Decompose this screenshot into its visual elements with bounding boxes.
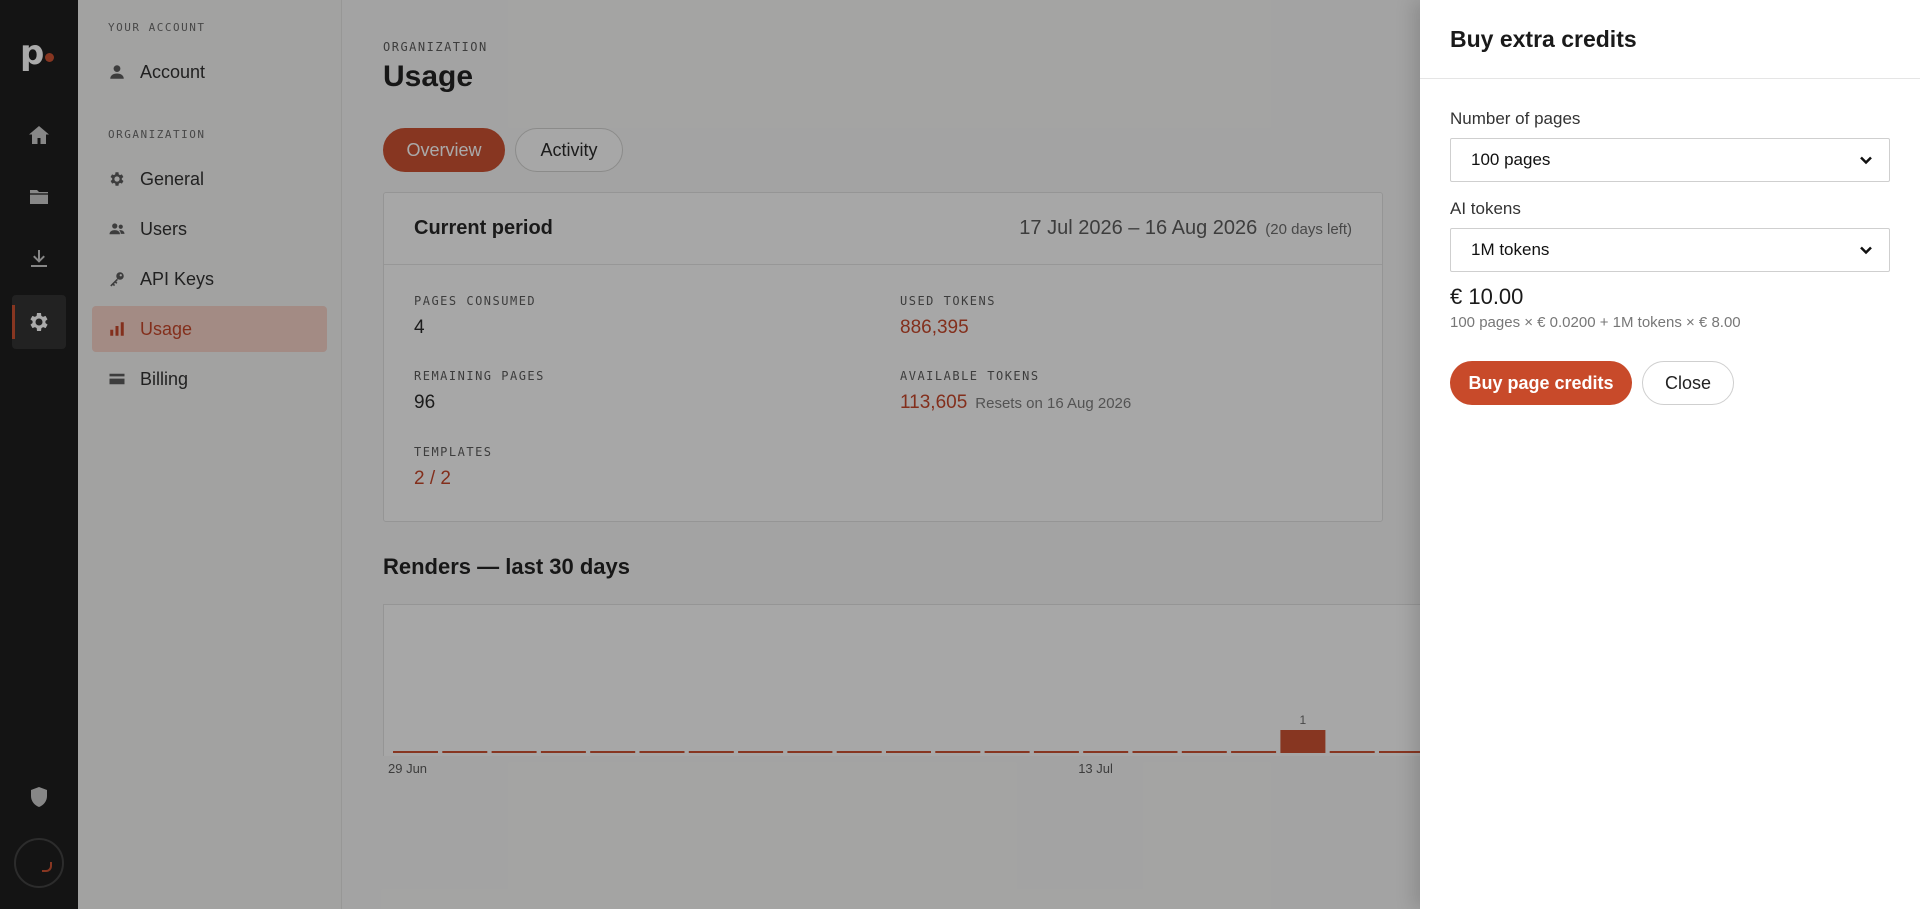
buy-credits-drawer: Buy extra credits Number of pages 100 pa… [1420,0,1920,909]
modal-backdrop[interactable] [0,0,1420,909]
close-button[interactable]: Close [1642,361,1734,405]
pages-field-label: Number of pages [1450,109,1581,128]
pages-select[interactable]: 100 pages [1450,138,1890,182]
chevron-down-icon [1860,156,1872,165]
price-breakdown: 100 pages × € 0.0200 + 1M tokens × € 8.0… [1450,314,1741,331]
tokens-select-value: 1M tokens [1471,240,1550,259]
pages-select-value: 100 pages [1471,150,1551,169]
total-price: € 10.00 [1450,284,1524,309]
drawer-title: Buy extra credits [1420,0,1920,79]
tokens-select[interactable]: 1M tokens [1450,228,1890,272]
tokens-field-label: AI tokens [1450,199,1521,218]
chevron-down-icon [1860,246,1872,255]
buy-page-credits-button[interactable]: Buy page credits [1450,361,1632,405]
